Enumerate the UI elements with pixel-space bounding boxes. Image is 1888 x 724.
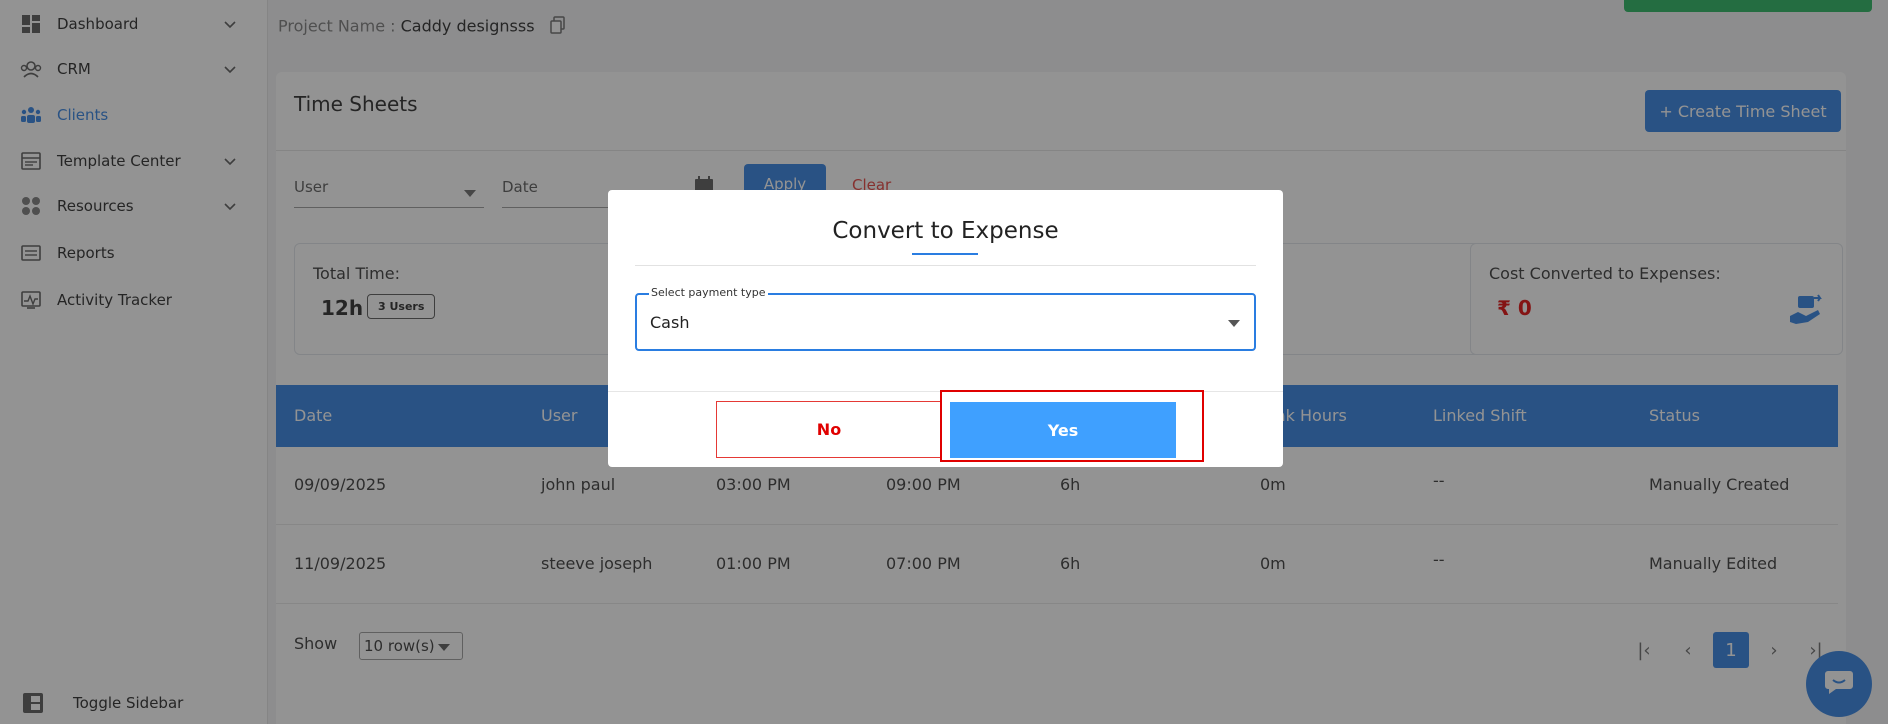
caret-down-icon <box>1228 320 1240 327</box>
payment-type-label: Select payment type <box>649 286 768 299</box>
no-button[interactable]: No <box>716 401 942 458</box>
convert-to-expense-dialog: Convert to Expense Select payment type C… <box>608 190 1283 467</box>
payment-type-value: Cash <box>650 313 690 332</box>
title-underline <box>912 253 978 255</box>
payment-type-select[interactable]: Select payment type Cash <box>635 286 1256 351</box>
yes-button[interactable]: Yes <box>950 402 1176 458</box>
divider <box>635 265 1256 266</box>
dialog-title: Convert to Expense <box>832 218 1059 244</box>
